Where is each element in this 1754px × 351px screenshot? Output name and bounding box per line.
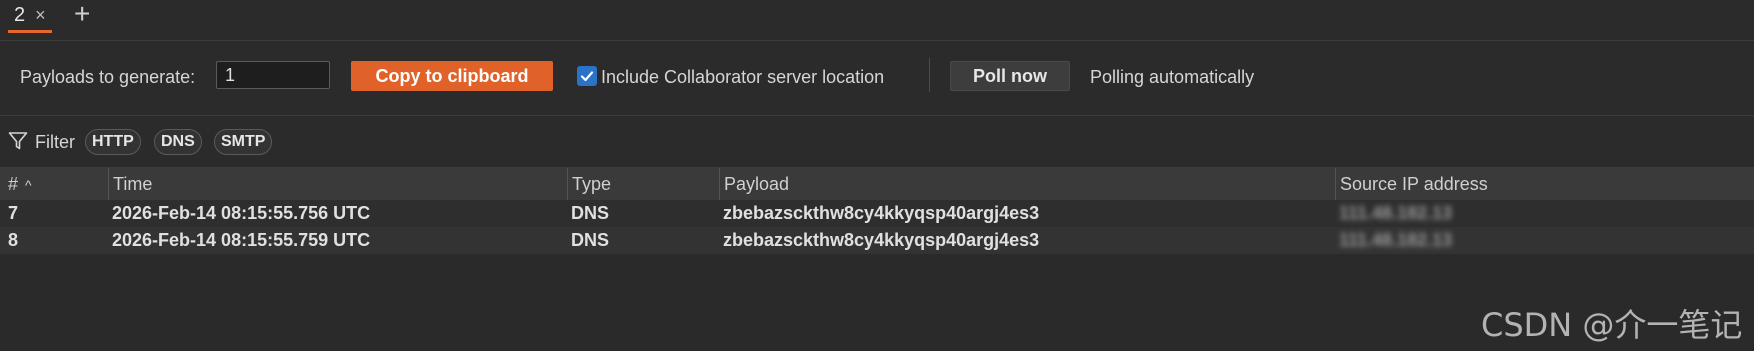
polling-status: Polling automatically [1090,67,1255,87]
column-header-source-ip[interactable]: Source IP address [1335,168,1754,200]
column-header-number[interactable]: # ^ [0,168,108,200]
cell-type: DNS [571,230,610,250]
payloads-label: Payloads to generate: [20,67,196,87]
cell-source-ip: 111.48.182.13 [1339,230,1453,250]
cell-number: 7 [8,203,19,223]
table-row[interactable]: 7 2026-Feb-14 08:15:55.756 UTC DNS zbeba… [0,200,1754,227]
payloads-input[interactable] [216,61,330,89]
filter-chip-dns[interactable]: DNS [154,129,202,155]
column-header-payload[interactable]: Payload [719,168,1335,200]
column-header-time[interactable]: Time [108,168,567,200]
cell-payload: zbebazsckthw8cy4kkyqsp40argj4es3 [723,230,1040,250]
cell-time: 2026-Feb-14 08:15:55.756 UTC [112,203,371,223]
sort-ascending-icon: ^ [25,177,32,193]
column-header-label: # [8,174,19,194]
include-location-checkbox[interactable] [577,66,597,86]
include-location-label[interactable]: Include Collaborator server location [601,66,884,88]
cell-payload: zbebazsckthw8cy4kkyqsp40argj4es3 [723,203,1040,223]
add-tab-icon[interactable]: + [74,0,90,29]
filter-label[interactable]: Filter [35,131,75,153]
cell-type: DNS [571,203,610,223]
cell-source-ip: 111.48.182.13 [1339,203,1453,223]
tab-bar [0,0,1754,41]
cell-time: 2026-Feb-14 08:15:55.759 UTC [112,230,371,250]
checkmark-icon [580,71,594,82]
close-icon[interactable]: × [35,5,46,26]
filter-chip-http[interactable]: HTTP [85,129,141,155]
poll-now-button[interactable]: Poll now [950,61,1070,91]
filter-icon[interactable] [8,131,28,151]
tab-2[interactable]: 2 × [8,0,52,33]
filter-chip-smtp[interactable]: SMTP [214,129,273,155]
copy-to-clipboard-button[interactable]: Copy to clipboard [351,61,553,91]
tab-label: 2 [14,3,26,26]
column-header-type[interactable]: Type [567,168,719,200]
cell-number: 8 [8,230,19,250]
table-row[interactable]: 8 2026-Feb-14 08:15:55.759 UTC DNS zbeba… [0,227,1754,254]
watermark: CSDN @介一笔记 [1481,306,1743,344]
toolbar-divider [929,58,930,92]
